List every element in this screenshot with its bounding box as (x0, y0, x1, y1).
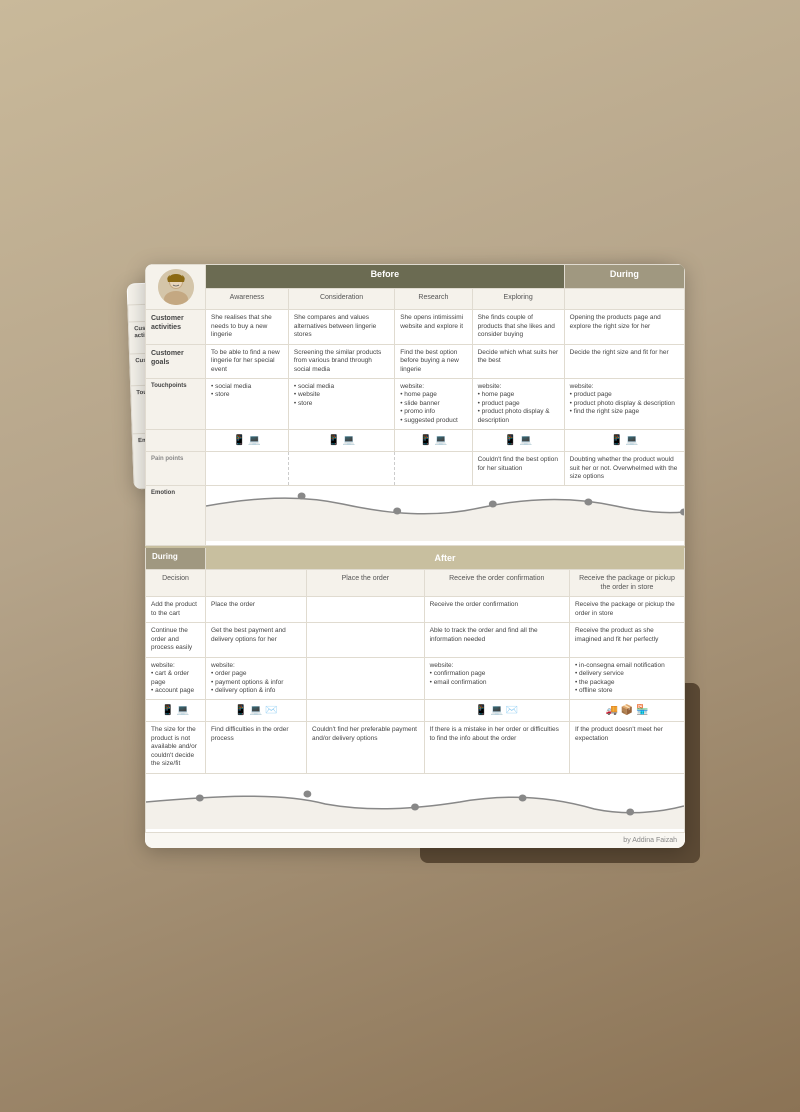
touch-consideration: • social media• website• store (288, 378, 394, 429)
pain2-confirm: If there is a mistake in her order or di… (424, 722, 569, 773)
after-section-header: After (206, 547, 685, 570)
during-label-2: During (146, 547, 206, 570)
during-section-header: During (564, 265, 684, 289)
pain2-order1: Find difficulties in the order process (206, 722, 307, 773)
pain2-decision: The size for the product is not availabl… (146, 722, 206, 773)
touch-awareness: • social media• store (206, 378, 289, 429)
pain2-package: If the product doesn't meet her expectat… (569, 722, 684, 773)
activities-row-label: Customer activities (146, 310, 206, 344)
touch2-decision: website:• cart & order page• account pag… (146, 657, 206, 700)
act2-decision2: Place the order (206, 597, 307, 623)
activity-during: Opening the products page and explore th… (564, 310, 684, 344)
phase-decision-sub: Decision (146, 570, 206, 597)
activity-consideration: She compares and values alternatives bet… (288, 310, 394, 344)
act2-package: Receive the package or pickup the order … (569, 597, 684, 623)
goal2-package: Receive the product as she imagined and … (569, 623, 684, 657)
emotion-curve-after (146, 773, 685, 832)
phase-consideration: Consideration (288, 289, 394, 310)
emotion-curve-cell (206, 486, 685, 545)
devices-awareness: 📱 💻 (206, 430, 289, 452)
act2-place-order (307, 597, 425, 623)
phase-awareness: Awareness (206, 289, 289, 310)
pain-exploring: Couldn't find the best option for her si… (472, 452, 564, 486)
goal-consideration: Screening the similar products from vari… (288, 344, 394, 378)
persona-avatar-cell (146, 265, 206, 310)
pain2-order2: Couldn't find her preferable payment and… (307, 722, 425, 773)
goal-research: Find the best option before buying a new… (395, 344, 472, 378)
dev2-decision: 📱 💻 (146, 700, 206, 722)
phase-place-order: Place the order (307, 570, 425, 597)
touch-during: website:• product page• product photo di… (564, 378, 684, 429)
phase-exploring: Exploring (472, 289, 564, 310)
footer: by Addina Faizah (145, 833, 685, 848)
touch2-confirm: website:• confirmation page• email confi… (424, 657, 569, 700)
activity-exploring: She finds couple of products that she li… (472, 310, 564, 344)
touch-research: website:• home page• slide banner• promo… (395, 378, 472, 429)
goal2-confirm: Able to track the order and find all the… (424, 623, 569, 657)
dev2-order: 📱 💻 ✉️ (206, 700, 307, 722)
devices-consideration: 📱 💻 (288, 430, 394, 452)
touch-exploring: website:• home page• product page• produ… (472, 378, 564, 429)
pain-during: Doubting whether the product would suit … (564, 452, 684, 486)
devices-during: 📱 💻 (564, 430, 684, 452)
dev2-place (307, 700, 425, 722)
emotion-label: Emotion (146, 486, 206, 545)
touch2-package: • in-consegna email notification• delive… (569, 657, 684, 700)
phase-d1 (206, 570, 307, 597)
pain-points-label: Pain points (146, 452, 206, 486)
phase-during (564, 289, 684, 310)
goal-during: Decide the right size and fit for her (564, 344, 684, 378)
card-front: Before During Awareness Consideration Re… (145, 264, 685, 847)
goal2-order: Get the best payment and delivery option… (206, 623, 307, 657)
pain-consideration (288, 452, 394, 486)
pain-research (395, 452, 472, 486)
touch2-order: website:• order page• payment options & … (206, 657, 307, 700)
touchpoints-row-label: Touchpoints (146, 378, 206, 429)
act2-decision: Add the product to the cart (146, 597, 206, 623)
phase-research: Research (395, 289, 472, 310)
document-container: Before During Awareness Consideration Re… (115, 264, 685, 847)
activity-awareness: She realises that she needs to buy a new… (206, 310, 289, 344)
goal-awareness: To be able to find a new lingerie for he… (206, 344, 289, 378)
devices-exploring: 📱 💻 (472, 430, 564, 452)
goal2-place (307, 623, 425, 657)
act2-confirm: Receive the order confirmation (424, 597, 569, 623)
avatar (158, 269, 194, 305)
pain-awareness (206, 452, 289, 486)
goal-exploring: Decide which what suits her the best (472, 344, 564, 378)
phase-receive-confirm: Receive the order confirmation (424, 570, 569, 597)
touch2-place (307, 657, 425, 700)
goals-row-label: Customer goals (146, 344, 206, 378)
dev2-confirm: 📱 💻 ✉️ (424, 700, 569, 722)
devices-label (146, 430, 206, 452)
phase-receive-package: Receive the package or pickup the order … (569, 570, 684, 597)
goal2-decision: Continue the order and process easily (146, 623, 206, 657)
dev2-package: 🚚 📦 🏪 (569, 700, 684, 722)
devices-research: 📱 💻 (395, 430, 472, 452)
activity-research: She opens intimissimi website and explor… (395, 310, 472, 344)
after-section: During After Decision Place the order Re… (145, 546, 685, 833)
before-section-header: Before (206, 265, 565, 289)
